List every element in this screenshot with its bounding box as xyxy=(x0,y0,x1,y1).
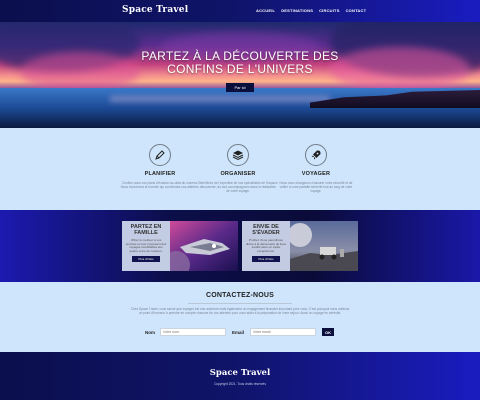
feature-title: PLANIFIER xyxy=(144,171,176,177)
card-text: Offrez le meilleur à vos proches en leur… xyxy=(125,238,167,253)
submit-button[interactable]: OK xyxy=(322,328,334,336)
card-text-panel: PARTEZ EN FAMILLE Offrez le meilleur à v… xyxy=(122,221,170,271)
feature-text: Confiez-nous vos plans d'évasion au-delà… xyxy=(120,181,200,189)
hero-cta-button[interactable]: Par ici xyxy=(226,83,254,92)
nav-accueil[interactable]: ACCUEIL xyxy=(256,8,275,13)
main-nav: ACCUEIL DESTINATIONS CIRCUITS CONTACT xyxy=(256,8,366,13)
pen-icon xyxy=(149,144,171,166)
nav-destinations[interactable]: DESTINATIONS xyxy=(281,8,313,13)
footer: Space Travel Copyright 2021. Tous droits… xyxy=(0,352,480,400)
rocket-icon xyxy=(305,144,327,166)
card-text: Profitez d'une parenthèse divine à la dé… xyxy=(245,238,287,253)
feature-voyager: VOYAGER Nous nous chargeons d'assurer vo… xyxy=(276,144,356,193)
circuits-section: PARTEZ EN FAMILLE Offrez le meilleur à v… xyxy=(0,210,480,282)
card-text-panel: ENVIE DE S'ÉVADER Profitez d'une parenth… xyxy=(242,221,290,271)
feature-text: Bénéficiez de l'expertise de nos spécial… xyxy=(198,181,278,193)
card-title-line2: S'ÉVADER xyxy=(252,230,280,236)
feature-title: VOYAGER xyxy=(301,171,331,177)
nav-circuits[interactable]: CIRCUITS xyxy=(319,8,340,13)
feature-text: Nous nous chargeons d'assurer votre sécu… xyxy=(279,181,353,193)
email-input[interactable] xyxy=(250,328,316,336)
layers-icon xyxy=(227,144,249,166)
circuit-card-evader: ENVIE DE S'ÉVADER Profitez d'une parenth… xyxy=(242,221,358,271)
contact-text: Chez Space Travel, vous savoir que voyag… xyxy=(130,307,350,315)
feature-planifier: PLANIFIER Confiez-nous vos plans d'évasi… xyxy=(120,144,200,189)
circuit-card-famille: PARTEZ EN FAMILLE Offrez le meilleur à v… xyxy=(122,221,238,271)
name-input[interactable] xyxy=(160,328,226,336)
footer-copyright: Copyright 2021. Tous droits réservés xyxy=(214,382,266,386)
features-section: PLANIFIER Confiez-nous vos plans d'évasi… xyxy=(0,128,480,210)
contact-divider xyxy=(188,303,292,304)
feature-title: ORGANISER xyxy=(220,171,256,177)
planet-rover-image xyxy=(288,221,358,271)
name-label: Nom xyxy=(145,330,155,335)
card-title: PARTEZ EN FAMILLE xyxy=(122,224,170,236)
hero-title-line2: CONFINS DE L'UNIVERS xyxy=(167,62,313,76)
card-more-button[interactable]: Plus d'infos xyxy=(132,256,160,263)
email-label: Email xyxy=(232,330,245,335)
hero-title: PARTEZ À LA DÉCOUVERTE DES CONFINS DE L'… xyxy=(0,50,480,76)
card-title: ENVIE DE S'ÉVADER xyxy=(242,224,290,236)
card-title-line2: FAMILLE xyxy=(134,230,158,236)
feature-organiser: ORGANISER Bénéficiez de l'expertise de n… xyxy=(198,144,278,193)
brand-logo[interactable]: Space Travel xyxy=(122,5,188,15)
hero-banner: PARTEZ À LA DÉCOUVERTE DES CONFINS DE L'… xyxy=(0,22,480,128)
contact-section: CONTACTEZ-NOUS Chez Space Travel, vous s… xyxy=(0,282,480,352)
top-navbar: Space Travel ACCUEIL DESTINATIONS CIRCUI… xyxy=(0,0,480,22)
spaceship-image xyxy=(162,221,238,271)
card-more-button[interactable]: Plus d'infos xyxy=(252,256,280,263)
contact-title: CONTACTEZ-NOUS xyxy=(206,292,274,299)
nav-contact[interactable]: CONTACT xyxy=(346,8,367,13)
hero-horizon-glow xyxy=(110,96,330,102)
footer-brand: Space Travel xyxy=(209,368,271,378)
